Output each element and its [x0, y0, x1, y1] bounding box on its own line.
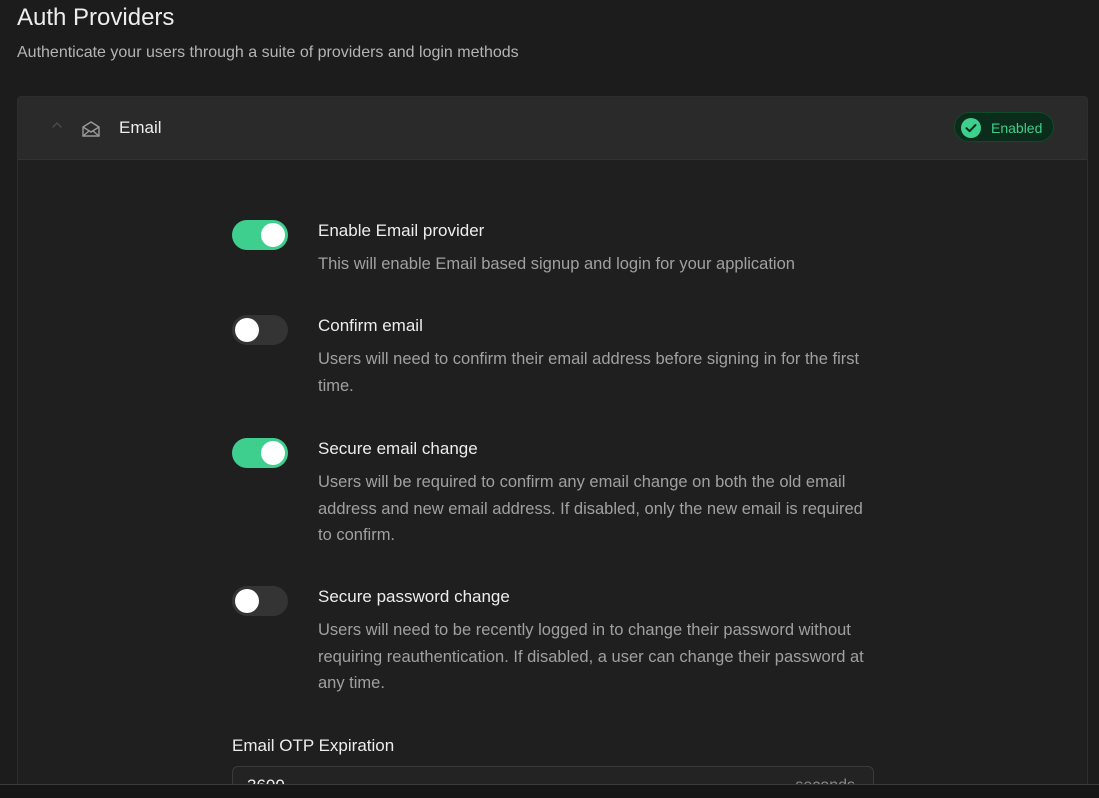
toggle-knob [261, 441, 285, 465]
status-badge-label: Enabled [991, 120, 1043, 136]
provider-name: Email [119, 118, 162, 137]
email-otp-expiration-label: Email OTP Expiration [232, 736, 395, 755]
page-title: Auth Providers [17, 4, 175, 31]
auth-providers-page: Auth Providers Authenticate your users t… [0, 0, 1099, 798]
setting-description: Users will need to be recently logged in… [318, 621, 864, 692]
setting-description: This will enable Email based signup and … [318, 255, 795, 273]
email-provider-card: Email Enabled Enable Email provider This… [17, 96, 1088, 798]
chevron-up-icon[interactable] [51, 119, 63, 131]
check-circle-icon [961, 118, 981, 138]
secure-password-change-toggle[interactable] [232, 586, 288, 616]
toggle-knob [235, 318, 259, 342]
toggle-knob [261, 223, 285, 247]
setting-description: Users will be required to confirm any em… [318, 473, 863, 544]
confirm-email-toggle[interactable] [232, 315, 288, 345]
setting-label: Secure password change [318, 587, 510, 606]
status-badge: Enabled [954, 112, 1054, 142]
mail-open-icon [82, 121, 100, 137]
page-subtitle: Authenticate your users through a suite … [17, 44, 519, 61]
setting-label: Secure email change [318, 439, 478, 458]
setting-label: Confirm email [318, 316, 423, 335]
toggle-knob [235, 589, 259, 613]
setting-label: Enable Email provider [318, 221, 485, 240]
secure-email-change-toggle[interactable] [232, 438, 288, 468]
enable-email-provider-toggle[interactable] [232, 220, 288, 250]
provider-header[interactable]: Email Enabled [18, 97, 1087, 160]
horizontal-scrollbar[interactable] [0, 784, 1099, 798]
setting-description: Users will need to confirm their email a… [318, 350, 860, 395]
